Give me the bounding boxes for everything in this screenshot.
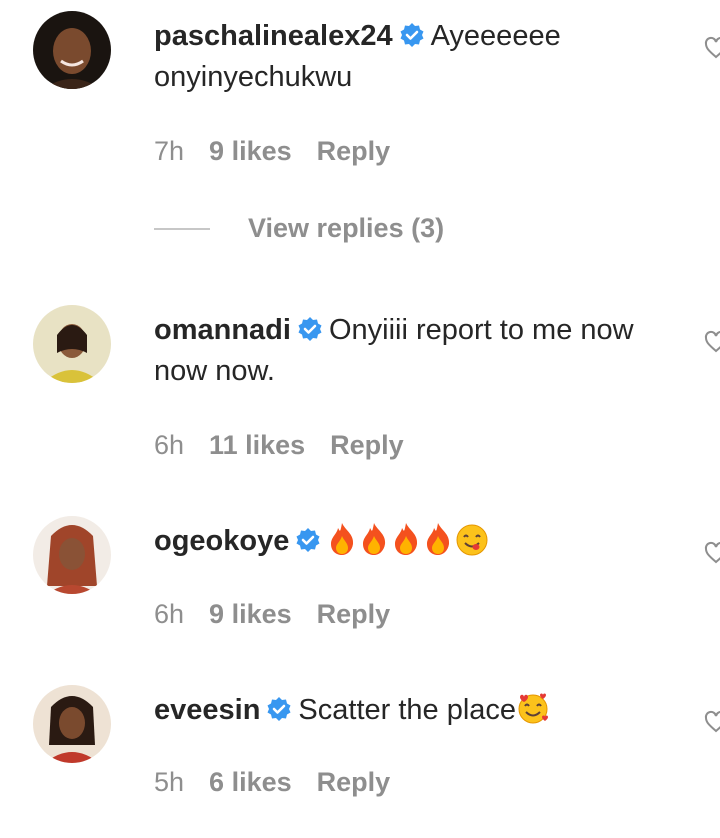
heart-outline-icon[interactable] bbox=[704, 710, 720, 734]
username[interactable]: omannadi bbox=[154, 314, 291, 346]
likes-count[interactable]: 11 likes bbox=[209, 430, 305, 460]
avatar[interactable] bbox=[33, 11, 111, 89]
fire-icon bbox=[363, 523, 386, 555]
view-replies-button[interactable]: View replies (3) bbox=[154, 213, 444, 251]
verified-badge-icon bbox=[296, 528, 320, 552]
avatar[interactable] bbox=[33, 685, 111, 763]
verified-badge-icon bbox=[400, 23, 424, 47]
replies-divider bbox=[154, 227, 210, 230]
verified-badge-icon bbox=[298, 317, 322, 341]
timestamp[interactable]: 7h bbox=[154, 136, 184, 166]
savoring-food-face-icon bbox=[456, 524, 488, 556]
comment-meta: 6h 9 likes Reply bbox=[154, 599, 415, 630]
timestamp[interactable]: 6h bbox=[154, 599, 184, 629]
smiling-face-with-hearts-icon bbox=[518, 693, 549, 724]
timestamp[interactable]: 5h bbox=[154, 767, 184, 797]
avatar[interactable] bbox=[33, 305, 111, 383]
likes-count[interactable]: 9 likes bbox=[209, 599, 292, 629]
reply-button[interactable]: Reply bbox=[317, 136, 391, 166]
avatar[interactable] bbox=[33, 516, 111, 594]
comment-meta: 5h 6 likes Reply bbox=[154, 767, 415, 798]
likes-count[interactable]: 9 likes bbox=[209, 136, 292, 166]
heart-outline-icon[interactable] bbox=[704, 36, 720, 60]
timestamp[interactable]: 6h bbox=[154, 430, 184, 460]
likes-count[interactable]: 6 likes bbox=[209, 767, 292, 797]
comment-emojis bbox=[327, 523, 491, 557]
fire-icon bbox=[395, 523, 418, 555]
heart-outline-icon[interactable] bbox=[704, 330, 720, 354]
comment-meta: 6h 11 likes Reply bbox=[154, 430, 429, 461]
verified-badge-icon bbox=[267, 697, 291, 721]
comment-text: Scatter the place bbox=[298, 694, 517, 726]
reply-button[interactable]: Reply bbox=[330, 430, 404, 460]
username[interactable]: eveesin bbox=[154, 694, 260, 726]
heart-outline-icon[interactable] bbox=[704, 541, 720, 565]
username[interactable]: ogeokoye bbox=[154, 525, 289, 557]
view-replies-label: View replies (3) bbox=[248, 213, 445, 243]
reply-button[interactable]: Reply bbox=[317, 767, 391, 797]
reply-button[interactable]: Reply bbox=[317, 599, 391, 629]
comment-meta: 7h 9 likes Reply bbox=[154, 136, 415, 167]
fire-icon bbox=[427, 523, 450, 555]
fire-icon bbox=[331, 523, 354, 555]
username[interactable]: paschalinealex24 bbox=[154, 20, 393, 52]
